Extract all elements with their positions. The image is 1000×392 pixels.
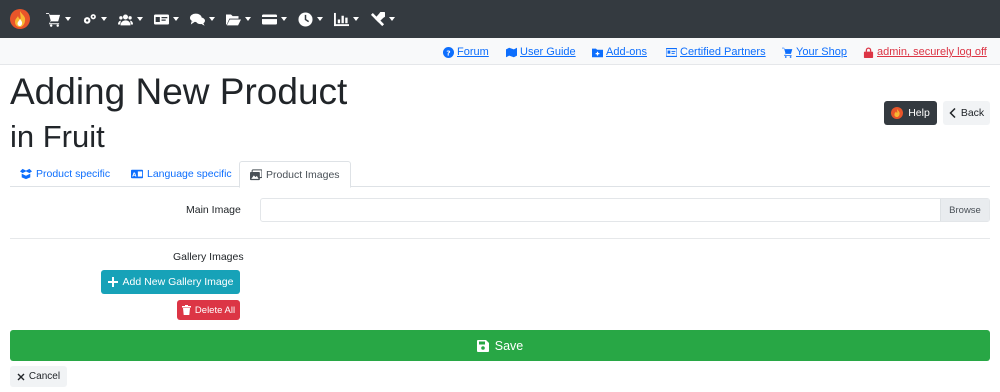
cancel-button[interactable]: Cancel bbox=[10, 366, 67, 387]
certified-partners-link-label: Certified Partners bbox=[680, 46, 766, 58]
box-open-icon bbox=[20, 168, 32, 180]
plus-icon bbox=[107, 277, 118, 287]
product-tabs: Product specific A Language specific Pro… bbox=[10, 161, 990, 188]
certified-partners-link[interactable]: Certified Partners bbox=[666, 46, 766, 58]
menu-configuration[interactable] bbox=[80, 0, 113, 38]
addons-link[interactable]: Add-ons bbox=[592, 46, 647, 58]
addons-link-label: Add-ons bbox=[606, 46, 647, 58]
users-icon bbox=[118, 14, 133, 25]
delete-all-button[interactable]: Delete All bbox=[177, 300, 240, 320]
logoff-link[interactable]: admin, securely log off bbox=[863, 46, 987, 58]
back-button[interactable]: Back bbox=[943, 101, 990, 125]
map-icon bbox=[506, 47, 517, 57]
cancel-button-label: Cancel bbox=[28, 371, 61, 382]
gallery-images-label: Gallery Images bbox=[173, 251, 244, 263]
main-image-file-input[interactable]: Browse bbox=[260, 198, 990, 222]
add-gallery-image-label: Add New Gallery Image bbox=[122, 276, 234, 288]
save-button-label: Save bbox=[494, 338, 524, 353]
page-title: Adding New Product bbox=[10, 71, 348, 112]
chevron-left-icon bbox=[949, 108, 956, 118]
save-button[interactable]: Save bbox=[10, 330, 990, 361]
back-button-label: Back bbox=[960, 107, 985, 119]
tab-product-specific-label: Product specific bbox=[36, 168, 111, 180]
svg-text:?: ? bbox=[446, 48, 450, 57]
your-shop-link-label: Your Shop bbox=[796, 46, 847, 58]
tab-product-images-label: Product Images bbox=[266, 168, 340, 181]
menu-orders[interactable] bbox=[44, 0, 77, 38]
menu-messages[interactable] bbox=[188, 0, 221, 38]
user-guide-link-label: User Guide bbox=[520, 46, 576, 58]
tools-icon bbox=[370, 11, 385, 26]
help-button-label: Help bbox=[908, 107, 930, 119]
tab-product-images[interactable]: Product Images bbox=[239, 161, 351, 188]
trash-icon bbox=[181, 305, 191, 315]
tab-language-specific[interactable]: A Language specific bbox=[131, 161, 232, 187]
language-icon: A bbox=[131, 169, 143, 178]
chart-bar-icon bbox=[334, 12, 349, 26]
id-badge-icon bbox=[666, 47, 677, 57]
flame-logo-icon[interactable] bbox=[9, 8, 31, 30]
menu-tools[interactable] bbox=[368, 0, 401, 38]
help-button[interactable]: Help bbox=[884, 101, 937, 125]
menu-history[interactable] bbox=[296, 0, 329, 38]
gears-icon bbox=[83, 13, 96, 24]
clock-icon bbox=[298, 11, 313, 27]
page-subtitle: in Fruit bbox=[10, 119, 105, 154]
menu-reports[interactable] bbox=[332, 0, 365, 38]
menu-customers[interactable] bbox=[116, 0, 149, 38]
logoff-link-label: admin, securely log off bbox=[877, 46, 987, 58]
id-card-icon bbox=[154, 14, 169, 24]
delete-all-label: Delete All bbox=[194, 304, 236, 316]
user-guide-link[interactable]: User Guide bbox=[506, 46, 576, 58]
comments-icon bbox=[190, 13, 205, 26]
your-shop-link[interactable]: Your Shop bbox=[782, 46, 847, 58]
lock-icon bbox=[863, 46, 874, 58]
menu-payments[interactable] bbox=[260, 0, 293, 38]
forum-link[interactable]: ? Forum bbox=[443, 46, 489, 58]
browse-button[interactable]: Browse bbox=[940, 199, 989, 221]
menu-content[interactable] bbox=[224, 0, 257, 38]
question-circle-icon: ? bbox=[443, 46, 454, 58]
tab-product-specific[interactable]: Product specific bbox=[20, 161, 110, 187]
folder-plus-icon bbox=[592, 48, 603, 57]
save-icon bbox=[476, 339, 489, 352]
credit-card-icon bbox=[262, 14, 277, 24]
section-divider bbox=[10, 238, 990, 239]
flame-icon bbox=[891, 107, 904, 119]
secondary-linkbar bbox=[0, 38, 1000, 65]
folder-open-icon bbox=[226, 14, 241, 25]
forum-link-label: Forum bbox=[457, 46, 489, 58]
tab-language-specific-label: Language specific bbox=[147, 168, 232, 180]
main-menu bbox=[44, 0, 404, 38]
main-image-label: Main Image bbox=[186, 204, 241, 216]
shopping-cart-icon bbox=[782, 47, 793, 58]
close-icon bbox=[17, 373, 25, 380]
menu-catalog[interactable] bbox=[152, 0, 185, 38]
add-gallery-image-button[interactable]: Add New Gallery Image bbox=[101, 270, 240, 294]
images-icon bbox=[250, 168, 262, 180]
shopping-cart-icon bbox=[46, 12, 61, 27]
svg-text:A: A bbox=[132, 172, 137, 178]
top-navbar bbox=[0, 0, 1000, 38]
